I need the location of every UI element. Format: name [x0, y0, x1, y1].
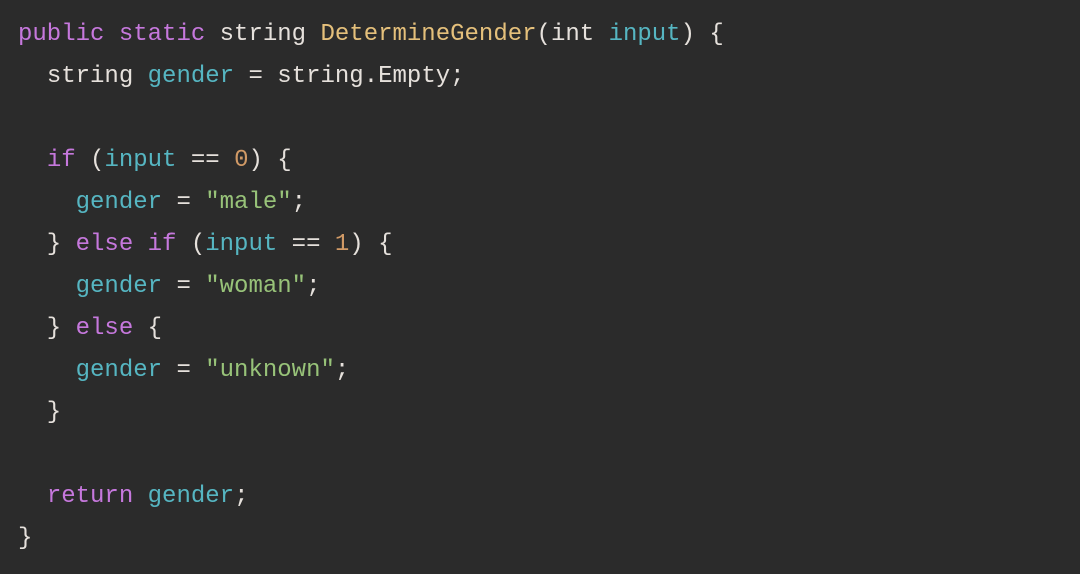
code-token: "unknown" [205, 357, 335, 384]
code-token: input [609, 21, 681, 48]
code-token: } [18, 525, 32, 552]
code-token [162, 273, 176, 300]
code-token [18, 483, 47, 510]
code-token: = [176, 273, 190, 300]
code-token [176, 147, 190, 174]
code-token: gender [76, 189, 162, 216]
code-token: else [76, 315, 134, 342]
code-token: ; [306, 273, 320, 300]
code-token: gender [148, 63, 234, 90]
code-token [18, 189, 76, 216]
code-token [306, 21, 320, 48]
code-token [162, 189, 176, 216]
code-token: string [277, 63, 363, 90]
code-token: = [176, 357, 190, 384]
code-token [191, 189, 205, 216]
code-token: public [18, 21, 104, 48]
code-token: if [148, 231, 177, 258]
code-token [18, 147, 47, 174]
code-token [234, 63, 248, 90]
code-token [191, 273, 205, 300]
code-token: "male" [205, 189, 291, 216]
code-token: ) { [349, 231, 392, 258]
code-token: = [176, 189, 190, 216]
code-token: static [119, 21, 205, 48]
code-token: 1 [335, 231, 349, 258]
code-token [133, 63, 147, 90]
code-token [263, 63, 277, 90]
code-token [162, 357, 176, 384]
code-token [220, 147, 234, 174]
code-token: gender [76, 357, 162, 384]
code-token: string [47, 63, 133, 90]
code-token: return [47, 483, 133, 510]
code-token [18, 357, 76, 384]
code-token: else [76, 231, 134, 258]
code-token [594, 21, 608, 48]
code-token: ; [234, 483, 248, 510]
code-token [104, 21, 118, 48]
code-token: ( [537, 21, 551, 48]
code-token: = [248, 63, 262, 90]
code-token: ( [76, 147, 105, 174]
code-token: == [191, 147, 220, 174]
code-token: Empty [378, 63, 450, 90]
code-token: gender [148, 483, 234, 510]
code-token [205, 21, 219, 48]
code-token [133, 231, 147, 258]
code-token: ; [450, 63, 464, 90]
code-token [320, 231, 334, 258]
code-token: if [47, 147, 76, 174]
code-token [133, 483, 147, 510]
code-token: == [292, 231, 321, 258]
code-token: input [205, 231, 277, 258]
code-token: } [18, 231, 76, 258]
code-token: } [18, 399, 61, 426]
code-token [18, 63, 47, 90]
code-token: string [220, 21, 306, 48]
code-token: ; [292, 189, 306, 216]
code-token: { [133, 315, 162, 342]
code-token [277, 231, 291, 258]
code-token: 0 [234, 147, 248, 174]
code-token: ; [335, 357, 349, 384]
code-block: public static string DetermineGender(int… [0, 0, 1080, 574]
code-token: int [551, 21, 594, 48]
code-token: gender [76, 273, 162, 300]
code-token: input [104, 147, 176, 174]
code-token: ) { [681, 21, 724, 48]
code-token: DetermineGender [320, 21, 536, 48]
code-token [191, 357, 205, 384]
code-token: } [18, 315, 76, 342]
code-token [18, 273, 76, 300]
code-token: . [364, 63, 378, 90]
code-token: ( [176, 231, 205, 258]
code-token: "woman" [205, 273, 306, 300]
code-content: public static string DetermineGender(int… [18, 21, 724, 552]
code-token: ) { [248, 147, 291, 174]
